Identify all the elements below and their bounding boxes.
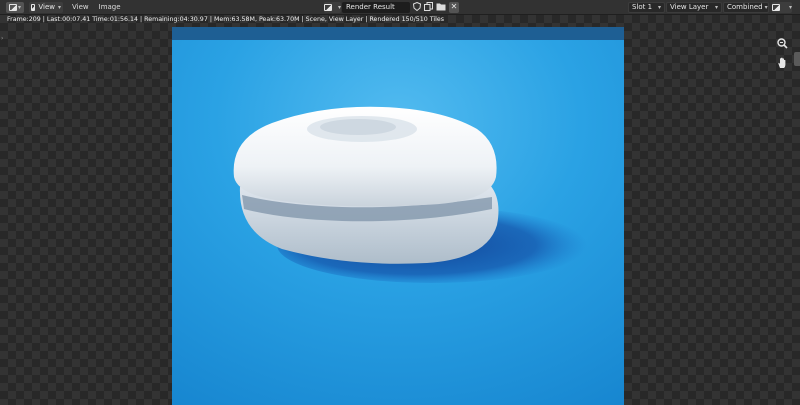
chevron-down-icon: ▾: [714, 3, 718, 11]
render-stats-text: Frame:209 | Last:00:07.41 Time:01:56.14 …: [7, 16, 445, 23]
menu-image[interactable]: Image: [94, 0, 126, 14]
view-layer-dropdown[interactable]: View Layer ▾: [666, 1, 722, 13]
chevron-down-icon: ▾: [657, 3, 661, 11]
editor-type-button[interactable]: ▾: [6, 1, 24, 13]
chevron-down-icon: ▾: [17, 3, 21, 11]
image-datablock-buttons: [412, 1, 446, 12]
chevron-down-icon: ▾: [764, 3, 768, 11]
navigation-gizmo: [774, 36, 790, 70]
slot-dropdown[interactable]: Slot 1 ▾: [628, 1, 665, 13]
view-mode-dropdown[interactable]: View ▾: [29, 1, 63, 13]
image-editor-header: ▾ View ▾ View Image ▾ Render Result ✕ Sl…: [0, 0, 800, 15]
render-scene: [172, 27, 624, 405]
render-info-strip: [172, 27, 624, 40]
close-icon: ✕: [450, 2, 458, 11]
image-editor-icon: [8, 3, 17, 11]
copy-icon[interactable]: [424, 2, 433, 11]
image-view-icon: [31, 3, 36, 11]
image-viewport[interactable]: › Frame:209 | Last:00:07.41 Time:01:56.1…: [0, 15, 800, 405]
menu-view[interactable]: View: [67, 0, 94, 14]
chevron-down-icon: ▾: [788, 3, 792, 11]
shield-icon[interactable]: [412, 1, 422, 12]
chevron-down-icon: ▾: [337, 3, 341, 11]
render-pass-label: Combined: [727, 3, 763, 11]
image-name-text: Render Result: [346, 3, 395, 11]
display-channels-dropdown[interactable]: ▾: [772, 1, 792, 13]
zoom-icon[interactable]: [775, 36, 789, 50]
image-browse-button[interactable]: ▾: [324, 1, 341, 13]
unlink-button[interactable]: ✕: [449, 1, 459, 13]
render-result-image: [172, 27, 624, 405]
render-pass-dropdown[interactable]: Combined ▾: [723, 1, 769, 13]
image-name-field[interactable]: Render Result: [342, 1, 410, 13]
folder-icon[interactable]: [436, 2, 446, 11]
slot-label: Slot 1: [632, 3, 653, 11]
image-browse-icon: [324, 3, 332, 11]
channels-icon: [772, 3, 780, 11]
chevron-down-icon: ▾: [57, 3, 61, 11]
sidebar-toggle-tab[interactable]: [794, 52, 800, 66]
toolbar-expand-arrow-icon[interactable]: ›: [1, 35, 3, 42]
hand-pan-icon[interactable]: [775, 56, 789, 70]
view-mode-label: View: [38, 3, 55, 11]
view-layer-label: View Layer: [670, 3, 709, 11]
